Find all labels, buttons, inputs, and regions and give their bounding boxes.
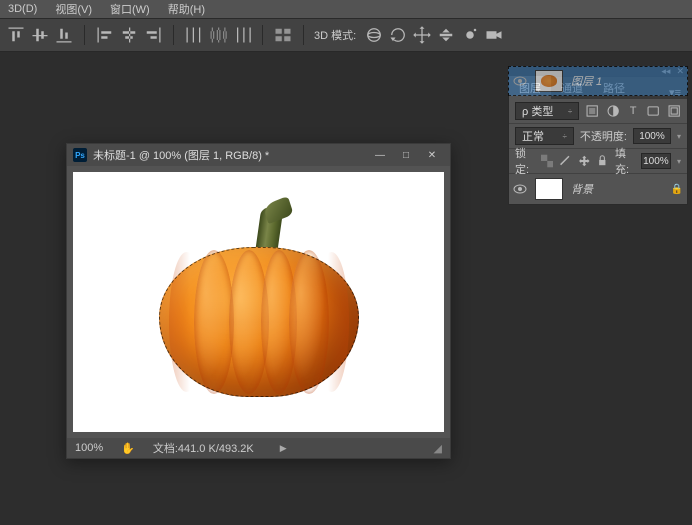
menu-bar: 3D(D) 视图(V) 窗口(W) 帮助(H) [0,0,692,18]
info-chevron-icon[interactable]: ▶ [280,443,287,454]
panel-tabs: 图层 通道 路径 ▾≡ [509,77,687,99]
align-bottom-icon[interactable] [54,25,74,45]
scale-icon[interactable] [460,25,480,45]
layer-thumbnail[interactable] [535,178,563,200]
align-top-icon[interactable] [6,25,26,45]
close-button[interactable]: ✕ [420,147,444,163]
menu-item-help[interactable]: 帮助(H) [168,1,205,17]
panel-close-icon[interactable]: ✕ [676,66,684,77]
align-hmid-icon[interactable] [119,25,139,45]
menu-item-view[interactable]: 视图(V) [55,1,92,17]
menu-item-3d[interactable]: 3D(D) [8,3,37,15]
align-right-icon[interactable] [143,25,163,45]
layer-row[interactable]: 背景 🔒 [509,174,687,204]
lock-transparency-icon[interactable] [541,153,554,169]
doc-info[interactable]: 文档:441.0 K/493.2K [153,440,254,456]
ps-icon: Ps [73,148,87,162]
panel-menu-icon[interactable]: ▾≡ [663,86,687,99]
align-left-icon[interactable] [95,25,115,45]
document-title: 未标题-1 @ 100% (图层 1, RGB/8) * [93,147,269,163]
hand-icon: ✋ [121,442,135,455]
distribute-hleft-icon[interactable] [184,25,204,45]
distribute-hright-icon[interactable] [232,25,252,45]
tab-channels[interactable]: 通道 [551,76,593,99]
zoom-level[interactable]: 100% [75,442,103,454]
opacity-input[interactable]: 100% [633,128,671,144]
opacity-chevron-icon[interactable]: ▾ [677,132,681,141]
mode3d-label: 3D 模式: [314,27,356,43]
pan-icon[interactable] [412,25,432,45]
lock-pixels-icon[interactable] [559,153,572,169]
fill-chevron-icon[interactable]: ▾ [677,157,681,166]
filter-smart-icon[interactable] [667,103,681,119]
fill-input[interactable]: 100% [641,153,671,169]
canvas[interactable] [73,172,444,432]
tab-layers[interactable]: 图层 [509,76,551,99]
opacity-label: 不透明度: [580,128,627,144]
lock-label: 锁定: [515,145,535,177]
visibility-toggle[interactable] [513,182,527,196]
menu-item-window[interactable]: 窗口(W) [110,1,150,17]
lock-all-icon[interactable] [596,153,609,169]
document-window: Ps 未标题-1 @ 100% (图层 1, RGB/8) * — □ ✕ 10… [66,143,451,459]
filter-type-dropdown[interactable]: ρ 类型÷ [515,102,579,120]
orbit-icon[interactable] [364,25,384,45]
filter-shape-icon[interactable] [646,103,660,119]
resize-grip-icon[interactable]: ◢ [434,442,442,455]
camera-icon[interactable] [484,25,504,45]
lock-icon: 🔒 [671,184,683,195]
distribute-hmid-icon[interactable] [208,25,228,45]
maximize-button[interactable]: □ [394,147,418,163]
document-titlebar[interactable]: Ps 未标题-1 @ 100% (图层 1, RGB/8) * — □ ✕ [67,144,450,166]
blend-mode-dropdown[interactable]: 正常÷ [515,127,574,145]
filter-adjust-icon[interactable] [606,103,620,119]
tab-paths[interactable]: 路径 [593,76,635,99]
filter-type-icon[interactable]: T [626,103,640,119]
fill-label: 填充: [615,145,635,177]
layers-list: 图层 1 背景 🔒 [509,174,687,204]
lock-position-icon[interactable] [578,153,591,169]
rotate-icon[interactable] [388,25,408,45]
pumpkin-artwork [159,207,359,397]
auto-align-icon[interactable] [273,25,293,45]
layers-panel: 图层 通道 路径 ▾≡ ρ 类型÷ T 正常÷ 不透明度: [508,76,688,205]
minimize-button[interactable]: — [368,147,392,163]
filter-pixel-icon[interactable] [585,103,599,119]
align-vmid-icon[interactable] [30,25,50,45]
slide-icon[interactable] [436,25,456,45]
panels-dock: ◂◂ ✕ 图层 通道 路径 ▾≡ ρ 类型÷ T [508,66,688,205]
document-statusbar: 100% ✋ 文档:441.0 K/493.2K ▶ ◢ [67,438,450,458]
layer-name[interactable]: 背景 [571,181,593,197]
workspace: Ps 未标题-1 @ 100% (图层 1, RGB/8) * — □ ✕ 10… [0,52,692,525]
collapse-icon[interactable]: ◂◂ [661,66,670,77]
options-bar: 3D 模式: [0,18,692,52]
